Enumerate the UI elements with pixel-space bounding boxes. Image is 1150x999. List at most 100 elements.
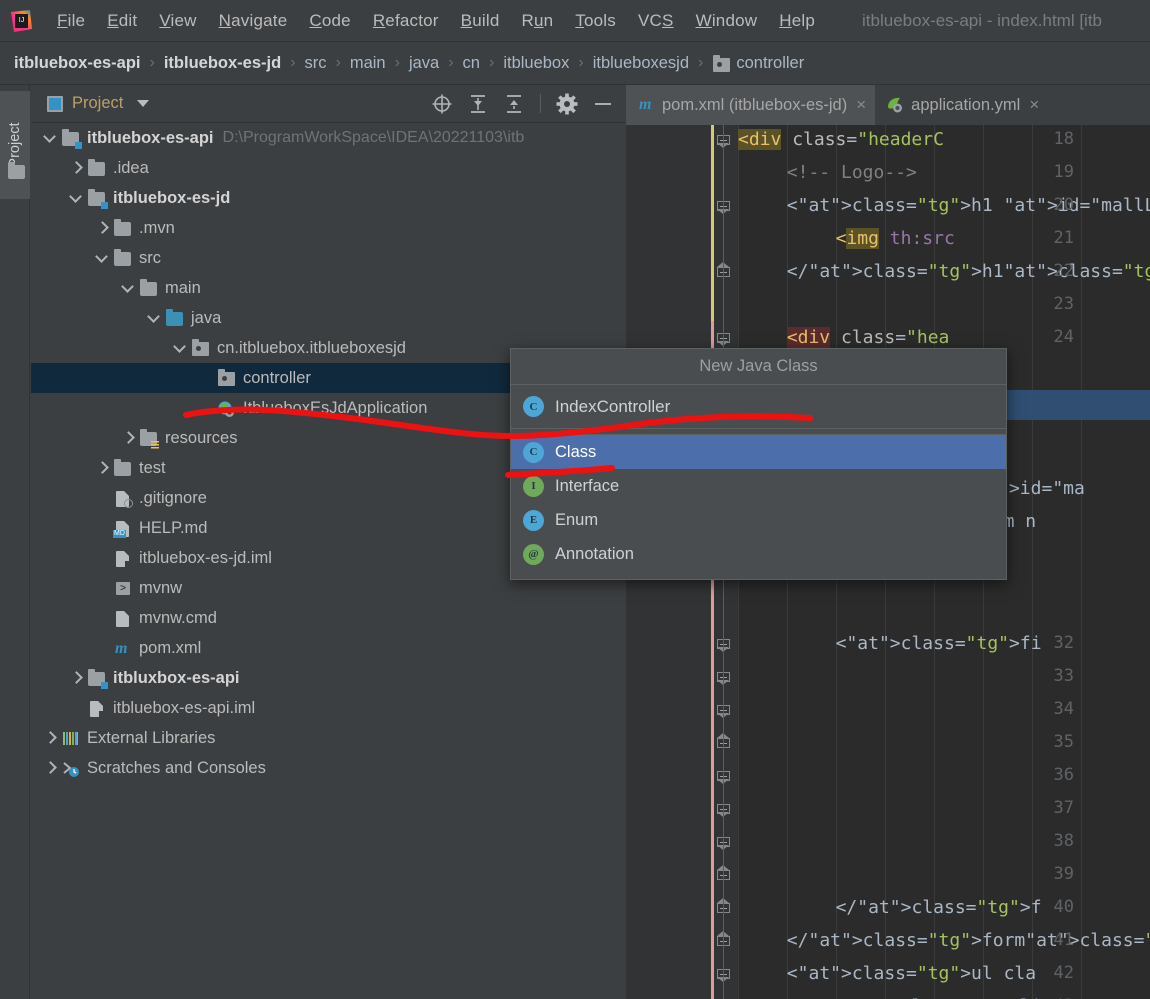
- code-fold-marker[interactable]: [717, 262, 731, 279]
- chevron-right-icon[interactable]: [96, 221, 110, 235]
- chevron-down-icon[interactable]: [44, 131, 58, 145]
- code-fold-marker[interactable]: [717, 637, 731, 652]
- tree-row-label: main: [165, 278, 201, 297]
- breadcrumb-item-8[interactable]: controller: [736, 54, 804, 73]
- breadcrumb-item-0[interactable]: itbluebox-es-api: [14, 54, 141, 73]
- code-fold-marker[interactable]: [717, 769, 731, 784]
- line-number: 41: [1053, 930, 1074, 950]
- popup-item-class[interactable]: C Class: [511, 435, 1006, 469]
- menu-code[interactable]: Code: [298, 9, 361, 33]
- project-panel-tool-buttons: [419, 91, 626, 117]
- menu-vcs-pre: VC: [637, 10, 663, 30]
- tree-row[interactable]: itbluebox-es-jd: [31, 183, 626, 213]
- tree-row[interactable]: .idea: [31, 153, 626, 183]
- code-fold-marker[interactable]: [717, 331, 731, 346]
- menu-refactor[interactable]: Refactor: [362, 9, 450, 33]
- breadcrumb-item-2[interactable]: src: [305, 54, 327, 73]
- tree-row[interactable]: .mvn: [31, 213, 626, 243]
- collapse-all-icon[interactable]: [501, 91, 527, 117]
- class-name-input[interactable]: C IndexController: [511, 385, 1006, 429]
- breadcrumb-item-5[interactable]: cn: [463, 54, 480, 73]
- chevron-right-icon[interactable]: [70, 671, 84, 685]
- code-fold-marker[interactable]: [717, 199, 731, 214]
- menu-build[interactable]: Build: [450, 9, 511, 33]
- settings-gear-icon[interactable]: [554, 91, 580, 117]
- line-number: 18: [1053, 129, 1074, 149]
- code-fold-marker[interactable]: [717, 865, 731, 882]
- tree-row[interactable]: itbluebox-es-api D:\ProgramWorkSpace\IDEA…: [31, 123, 626, 153]
- code-fold-marker[interactable]: [717, 898, 731, 915]
- tree-row[interactable]: External Libraries: [31, 723, 626, 753]
- expand-all-icon[interactable]: [465, 91, 491, 117]
- menu-window[interactable]: Window: [685, 9, 769, 33]
- editor-tab-pom-xml[interactable]: m pom.xml (itbluebox-es-jd) ×: [626, 85, 876, 125]
- tree-row[interactable]: main: [31, 273, 626, 303]
- hide-icon[interactable]: [590, 91, 616, 117]
- editor-tab-application-yml[interactable]: application.yml ×: [875, 85, 1048, 125]
- chevron-right-icon[interactable]: [96, 461, 110, 475]
- code-fold-marker[interactable]: [717, 670, 731, 685]
- vcs-change-bar-modified: [711, 125, 714, 321]
- menu-navigate[interactable]: Navigate: [208, 9, 299, 33]
- code-fold-marker[interactable]: [717, 967, 731, 982]
- tree-row[interactable]: m pom.xml: [31, 633, 626, 663]
- tree-row[interactable]: java: [31, 303, 626, 333]
- menu-vcs[interactable]: VCS: [627, 9, 685, 33]
- popup-item-class-label: Class: [555, 442, 597, 461]
- breadcrumb-item-3[interactable]: main: [350, 54, 386, 73]
- breadcrumb-item-1[interactable]: itbluebox-es-jd: [164, 54, 281, 73]
- new-java-class-popup[interactable]: New Java Class C IndexController C Class…: [510, 348, 1007, 580]
- chevron-right-icon[interactable]: [70, 161, 84, 175]
- chevron-down-icon[interactable]: [122, 281, 136, 295]
- project-panel-title: Project: [72, 94, 124, 112]
- menu-build-mnemonic: B: [460, 10, 473, 30]
- tree-row[interactable]: itbluxbox-es-api: [31, 663, 626, 693]
- tree-row[interactable]: mvnw.cmd: [31, 603, 626, 633]
- popup-item-interface[interactable]: I Interface: [511, 469, 1006, 503]
- code-fold-marker[interactable]: [717, 802, 731, 817]
- tree-row[interactable]: Scratches and Consoles: [31, 753, 626, 783]
- breadcrumb-item-6[interactable]: itbluebox: [503, 54, 569, 73]
- close-icon[interactable]: ×: [856, 95, 866, 115]
- menu-edit[interactable]: Edit: [96, 9, 148, 33]
- folder-icon[interactable]: [7, 162, 25, 179]
- chevron-down-icon[interactable]: [148, 311, 162, 325]
- annotation-icon: @: [523, 543, 544, 565]
- editor-tab-bar: m pom.xml (itbluebox-es-jd) × applicatio…: [626, 85, 1150, 125]
- maven-file-icon: m: [639, 96, 652, 113]
- chevron-down-icon[interactable]: [96, 251, 110, 265]
- select-opened-file-icon[interactable]: [429, 91, 455, 117]
- code-fold-marker[interactable]: [717, 703, 731, 718]
- close-icon[interactable]: ×: [1029, 95, 1039, 115]
- code-fold-marker[interactable]: [717, 733, 731, 750]
- code-fold-marker[interactable]: [717, 835, 731, 850]
- tree-row-label: itbluebox-es-api.iml: [113, 698, 256, 717]
- chevron-down-icon[interactable]: [137, 100, 150, 107]
- interface-icon: I: [523, 475, 544, 497]
- breadcrumb-item-7[interactable]: itblueboxesjd: [593, 54, 689, 73]
- popup-item-enum[interactable]: E Enum: [511, 503, 1006, 537]
- menu-tools[interactable]: Tools: [564, 9, 627, 33]
- chevron-right-icon[interactable]: [44, 761, 58, 775]
- folder-icon: [113, 458, 133, 477]
- breadcrumb-item-4[interactable]: java: [409, 54, 439, 73]
- code-fold-marker[interactable]: [717, 133, 731, 148]
- tree-row[interactable]: itbluebox-es-api.iml: [31, 693, 626, 723]
- tree-row-label: External Libraries: [87, 728, 216, 747]
- menu-edit-mnemonic: E: [107, 10, 119, 30]
- menu-help[interactable]: Help: [768, 9, 826, 33]
- stripe-tab-project[interactable]: Project: [0, 91, 30, 199]
- chevron-right-icon[interactable]: [122, 431, 136, 445]
- chevron-down-icon[interactable]: [70, 191, 84, 205]
- code-fold-marker[interactable]: [717, 931, 731, 948]
- tree-row[interactable]: src: [31, 243, 626, 273]
- chevron-down-icon[interactable]: [174, 341, 188, 355]
- tree-row-label: pom.xml: [139, 638, 202, 657]
- line-number: 23: [1053, 294, 1074, 314]
- popup-item-annotation[interactable]: @ Annotation: [511, 537, 1006, 571]
- menu-run[interactable]: Run: [510, 9, 564, 33]
- menu-view[interactable]: View: [148, 9, 207, 33]
- menu-file[interactable]: File: [46, 9, 96, 33]
- chevron-right-icon[interactable]: [44, 731, 58, 745]
- line-number: 32: [1053, 633, 1074, 653]
